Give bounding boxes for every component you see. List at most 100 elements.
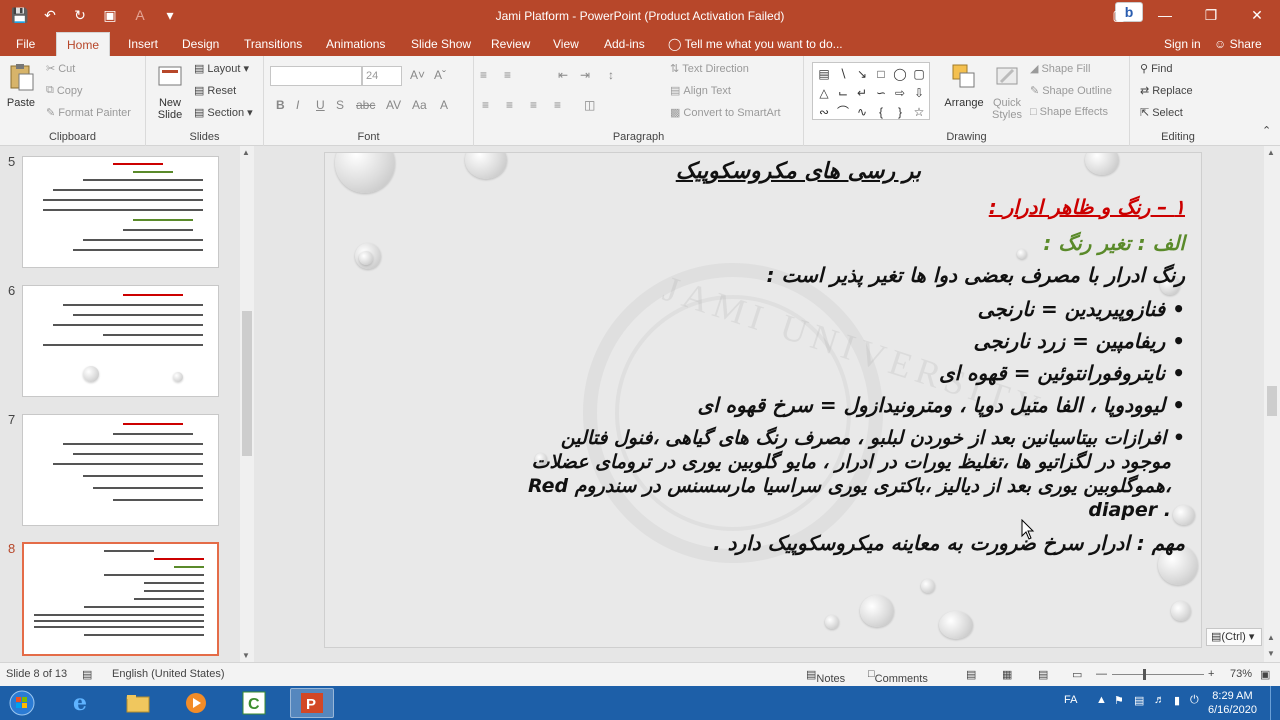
tab-animations[interactable]: Animations bbox=[316, 32, 395, 56]
taskbar-media-player[interactable] bbox=[174, 688, 218, 718]
find-button[interactable]: ⚲ Find bbox=[1140, 62, 1172, 76]
bullets-icon[interactable]: ≡ bbox=[480, 68, 487, 82]
curve-shape-icon[interactable]: ∾ bbox=[815, 103, 833, 121]
left-brace-shape-icon[interactable]: { bbox=[872, 103, 890, 121]
tab-view[interactable]: View bbox=[543, 32, 589, 56]
elbow-connector-icon[interactable]: ⌙ bbox=[834, 84, 852, 102]
tab-transitions[interactable]: Transitions bbox=[234, 32, 312, 56]
taskbar-powerpoint[interactable]: P bbox=[290, 688, 334, 718]
font-size-combo[interactable]: 24 bbox=[362, 66, 402, 86]
next-slide-icon[interactable]: ▼ bbox=[1267, 649, 1275, 658]
share-button[interactable]: ☺ Share bbox=[1214, 32, 1262, 56]
line-spacing-icon[interactable]: ↕ bbox=[608, 68, 614, 82]
slide-scrollbar[interactable]: ▲ ▲ ▼ bbox=[1264, 146, 1280, 662]
align-center-icon[interactable]: ≡ bbox=[506, 98, 513, 112]
underline-icon[interactable]: U bbox=[316, 98, 325, 112]
strikethrough-icon[interactable]: abc bbox=[356, 98, 375, 112]
copy-button[interactable]: ⧉ Copy bbox=[46, 84, 83, 97]
slide-sorter-icon[interactable]: ▦ bbox=[1002, 668, 1012, 681]
network-icon[interactable]: ▤ bbox=[1134, 694, 1144, 707]
section-button[interactable]: ▤ Section ▾ bbox=[194, 106, 253, 120]
paste-options-button[interactable]: ▤(Ctrl) ▾ bbox=[1206, 628, 1262, 646]
right-arrow-shape-icon[interactable]: ⇨ bbox=[891, 84, 909, 102]
new-slide-button[interactable]: New Slide bbox=[152, 62, 188, 121]
columns-icon[interactable]: ◫ bbox=[584, 98, 595, 112]
rectangle-shape-icon[interactable]: □ bbox=[872, 65, 890, 83]
zoom-slider-thumb[interactable] bbox=[1143, 669, 1146, 680]
grow-font-icon[interactable]: A˅ bbox=[410, 68, 425, 82]
numbering-icon[interactable]: ≡ bbox=[504, 68, 511, 82]
language-indicator[interactable]: English (United States) bbox=[112, 668, 225, 680]
system-clock[interactable]: 8:29 AM 6/16/2020 bbox=[1208, 689, 1257, 717]
reading-view-icon[interactable]: ▤ bbox=[1038, 668, 1048, 681]
oval-shape-icon[interactable]: ◯ bbox=[891, 65, 909, 83]
slide-thumbnail-7[interactable] bbox=[22, 414, 219, 526]
scrollbar-thumb[interactable] bbox=[242, 311, 252, 456]
select-button[interactable]: ⇱ Select bbox=[1140, 106, 1183, 120]
arrow-shape-icon[interactable]: ↘ bbox=[853, 65, 871, 83]
power-icon[interactable]: ⏻ bbox=[1190, 694, 1199, 707]
cut-button[interactable]: ✂ Cut bbox=[46, 62, 75, 76]
arc-shape-icon[interactable]: ⌒ bbox=[834, 103, 852, 121]
shapes-gallery[interactable]: ▤ ∖ ↘ □ ◯ ▢ △ ⌙ ↵ ∽ ⇨ ⇩ ∾ ⌒ ∿ { } ☆ bbox=[812, 62, 930, 120]
tell-me-box[interactable]: ◯ Tell me what you want to do... bbox=[668, 32, 843, 56]
char-spacing-icon[interactable]: AV bbox=[386, 98, 401, 112]
quick-styles-button[interactable]: Quick Styles bbox=[988, 62, 1026, 121]
layout-button[interactable]: ▤ Layout ▾ bbox=[194, 62, 249, 76]
scrollbar-thumb[interactable] bbox=[1267, 386, 1277, 416]
paste-button[interactable]: Paste bbox=[4, 62, 38, 109]
slide-thumbnail-5[interactable] bbox=[22, 156, 219, 268]
shape-outline-button[interactable]: ✎ Shape Outline bbox=[1030, 84, 1112, 98]
shadow-icon[interactable]: S bbox=[336, 98, 344, 112]
decrease-indent-icon[interactable]: ⇤ bbox=[558, 68, 568, 82]
show-desktop-button[interactable] bbox=[1270, 686, 1280, 720]
comments-button[interactable]: □ Comments bbox=[868, 668, 928, 685]
spell-check-icon[interactable]: ▤ bbox=[82, 668, 92, 681]
slide-thumbnail-8[interactable] bbox=[22, 542, 219, 656]
italic-icon[interactable]: I bbox=[296, 98, 299, 112]
show-hidden-icons[interactable]: ▲ bbox=[1096, 694, 1107, 706]
arrange-button[interactable]: Arrange bbox=[942, 62, 986, 109]
tab-slide-show[interactable]: Slide Show bbox=[401, 32, 481, 56]
font-color-icon[interactable]: A bbox=[440, 98, 448, 112]
prev-slide-icon[interactable]: ▲ bbox=[1267, 633, 1275, 642]
scroll-down-icon[interactable]: ▼ bbox=[242, 651, 250, 660]
maximize-icon[interactable]: ❐ bbox=[1188, 0, 1234, 30]
slideshow-view-icon[interactable]: ▭ bbox=[1072, 668, 1082, 681]
curve-connector-icon[interactable]: ∽ bbox=[872, 84, 890, 102]
ribbon-display-icon[interactable]: ▢ bbox=[1096, 0, 1142, 30]
shape-fill-button[interactable]: ◢ Shape Fill bbox=[1030, 62, 1090, 76]
volume-icon[interactable]: ♬ bbox=[1154, 694, 1165, 706]
tab-home[interactable]: Home bbox=[56, 32, 111, 56]
align-text-button[interactable]: ▤ Align Text bbox=[670, 84, 731, 98]
bold-icon[interactable]: B bbox=[276, 98, 285, 112]
zoom-out-icon[interactable]: — bbox=[1096, 668, 1107, 680]
taskbar-internet-explorer[interactable]: e bbox=[58, 688, 102, 718]
normal-view-icon[interactable]: ▤ bbox=[966, 668, 976, 681]
action-center-icon[interactable]: ⚑ bbox=[1114, 694, 1124, 707]
justify-icon[interactable]: ≡ bbox=[554, 98, 561, 112]
align-right-icon[interactable]: ≡ bbox=[530, 98, 537, 112]
sign-in-link[interactable]: Sign in bbox=[1164, 32, 1201, 56]
thumbnail-scrollbar[interactable]: ▲ ▼ bbox=[240, 146, 254, 662]
zoom-level[interactable]: 73% bbox=[1230, 668, 1252, 680]
collapse-ribbon-icon[interactable]: ⌃ bbox=[1262, 124, 1271, 137]
tab-insert[interactable]: Insert bbox=[118, 32, 168, 56]
shrink-font-icon[interactable]: Aˇ bbox=[434, 68, 446, 82]
format-painter-button[interactable]: ✎ Format Painter bbox=[46, 106, 131, 120]
textbox-shape-icon[interactable]: ▤ bbox=[815, 65, 833, 83]
line-shape-icon[interactable]: ∖ bbox=[834, 65, 852, 83]
taskbar-file-explorer[interactable] bbox=[116, 688, 160, 718]
slide-canvas[interactable]: JAMI UNIVERSITY بر رسی های مکروسکوپیک ۱ … bbox=[324, 152, 1202, 648]
scroll-up-icon[interactable]: ▲ bbox=[1267, 148, 1275, 157]
right-brace-shape-icon[interactable]: } bbox=[891, 103, 909, 121]
convert-smartart-button[interactable]: ▩ Convert to SmartArt bbox=[670, 106, 781, 120]
notes-button[interactable]: ▤ Notes bbox=[806, 668, 845, 685]
font-name-combo[interactable] bbox=[270, 66, 362, 86]
tab-add-ins[interactable]: Add-ins bbox=[594, 32, 655, 56]
start-button[interactable] bbox=[2, 688, 42, 718]
elbow-arrow-icon[interactable]: ↵ bbox=[853, 84, 871, 102]
text-direction-button[interactable]: ⇅ Text Direction bbox=[670, 62, 749, 76]
down-arrow-shape-icon[interactable]: ⇩ bbox=[910, 84, 928, 102]
replace-button[interactable]: ⇄ Replace bbox=[1140, 84, 1193, 98]
